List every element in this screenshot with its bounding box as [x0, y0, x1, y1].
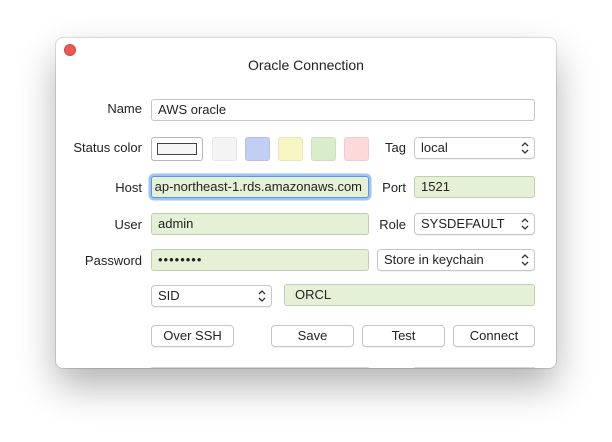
password-input[interactable]: ••••••••: [151, 249, 369, 271]
chevron-updown-icon: [258, 290, 266, 302]
save-button[interactable]: Save: [271, 325, 354, 347]
status-color-blue-swatch[interactable]: [245, 137, 270, 161]
name-label: Name: [107, 101, 142, 116]
chevron-updown-icon: [521, 218, 529, 230]
password-storage-select[interactable]: Store in keychain: [377, 249, 535, 271]
status-color-red-swatch[interactable]: [344, 137, 369, 161]
user-input[interactable]: admin: [151, 213, 369, 235]
name-input[interactable]: AWS oracle: [151, 99, 535, 121]
tag-label: Tag: [385, 140, 406, 155]
tag-select[interactable]: local: [414, 137, 535, 159]
port-input[interactable]: 1521: [414, 176, 535, 198]
password-label: Password: [84, 253, 142, 268]
window-title: Oracle Connection: [248, 57, 364, 73]
close-window-button[interactable]: [64, 44, 76, 56]
chevron-updown-icon: [521, 142, 529, 154]
connection-type-select[interactable]: SID: [151, 285, 272, 307]
chevron-updown-icon: [521, 254, 529, 266]
role-select-value: SYSDEFAULT: [421, 216, 505, 231]
role-select[interactable]: SYSDEFAULT: [414, 213, 535, 235]
status-color-gray-swatch[interactable]: [212, 137, 237, 161]
host-input[interactable]: ap-northeast-1.rds.amazonaws.com: [151, 176, 369, 198]
tag-select-value: local: [421, 140, 448, 155]
status-color-green-swatch[interactable]: [311, 137, 336, 161]
sid-input[interactable]: ORCL: [284, 284, 535, 306]
host-label: Host: [115, 180, 142, 195]
selected-color-preview: [157, 143, 197, 155]
over-ssh-button[interactable]: Over SSH: [151, 325, 234, 347]
password-storage-value: Store in keychain: [384, 252, 484, 267]
status-color-none-swatch[interactable]: [151, 137, 203, 161]
user-label: User: [114, 217, 142, 232]
port-label: Port: [382, 180, 406, 195]
test-button[interactable]: Test: [362, 325, 445, 347]
host-input-text: ap-northeast-1.rds.amazonaws.com: [154, 179, 362, 194]
clipped-field-edge: [151, 367, 369, 371]
status-color-yellow-swatch[interactable]: [278, 137, 303, 161]
role-label: Role: [379, 217, 406, 232]
clipped-field-edge: [414, 367, 535, 371]
connect-button[interactable]: Connect: [453, 325, 535, 347]
connection-window: Oracle Connection: [56, 38, 556, 368]
status-color-label: Status color: [73, 140, 142, 155]
connection-type-value: SID: [158, 288, 180, 303]
